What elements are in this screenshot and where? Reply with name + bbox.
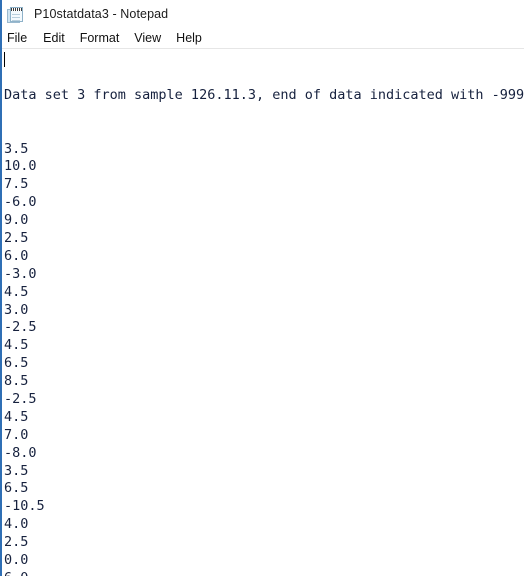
- document-data-line: 4.5: [4, 283, 29, 300]
- document-data-line: 6.5: [4, 480, 29, 497]
- document-data-line: 6.0: [4, 570, 524, 576]
- document-data-line: -10.5: [4, 498, 45, 515]
- menu-item-edit[interactable]: Edit: [36, 28, 73, 49]
- document-data-line: 3.0: [4, 301, 29, 318]
- document-data-line: 0.0: [4, 552, 29, 568]
- document-data-line: 7.0: [4, 426, 29, 443]
- document-data-line: 2.5: [4, 229, 29, 246]
- menu-bar: File Edit Format View Help: [0, 28, 524, 49]
- text-caret: [4, 52, 5, 67]
- document-data-line: 8.5: [4, 373, 29, 390]
- document-data-line: 6.0: [4, 247, 29, 264]
- window-title: P10statdata3 - Notepad: [34, 7, 169, 21]
- document-data-line: 10.0: [4, 158, 37, 175]
- text-editor-area[interactable]: Data set 3 from sample 126.11.3, end of …: [0, 49, 524, 576]
- document-header-line: Data set 3 from sample 126.11.3, end of …: [4, 86, 524, 103]
- document-data-line: 3.5: [4, 462, 29, 479]
- document-data-line: 2.5: [4, 534, 29, 551]
- document-data-line: 6.5: [4, 355, 29, 372]
- document-data-line: -6.0: [4, 194, 37, 211]
- menu-item-view[interactable]: View: [127, 28, 169, 49]
- document-data-line: -2.5: [4, 319, 37, 336]
- notepad-icon: [7, 6, 25, 24]
- document-data-line: 4.5: [4, 337, 29, 354]
- menu-item-format[interactable]: Format: [73, 28, 128, 49]
- window-left-accent-border: [0, 0, 2, 576]
- document-data-line: -3.0: [4, 265, 37, 282]
- document-data-line: 3.5: [4, 140, 29, 157]
- document-data-line: 7.5: [4, 176, 29, 193]
- document-data-line: 4.5: [4, 408, 29, 425]
- menu-item-help[interactable]: Help: [169, 28, 210, 49]
- title-bar: P10statdata3 - Notepad: [0, 0, 524, 28]
- document-data-line: -8.0: [4, 444, 37, 461]
- document-data-line: -2.5: [4, 390, 37, 407]
- document-data-line: 4.0: [4, 516, 29, 533]
- document-data-line: 9.0: [4, 212, 29, 229]
- document-text[interactable]: Data set 3 from sample 126.11.3, end of …: [4, 51, 524, 576]
- notepad-window: P10statdata3 - Notepad File Edit Format …: [0, 0, 524, 576]
- menu-item-file[interactable]: File: [7, 28, 36, 49]
